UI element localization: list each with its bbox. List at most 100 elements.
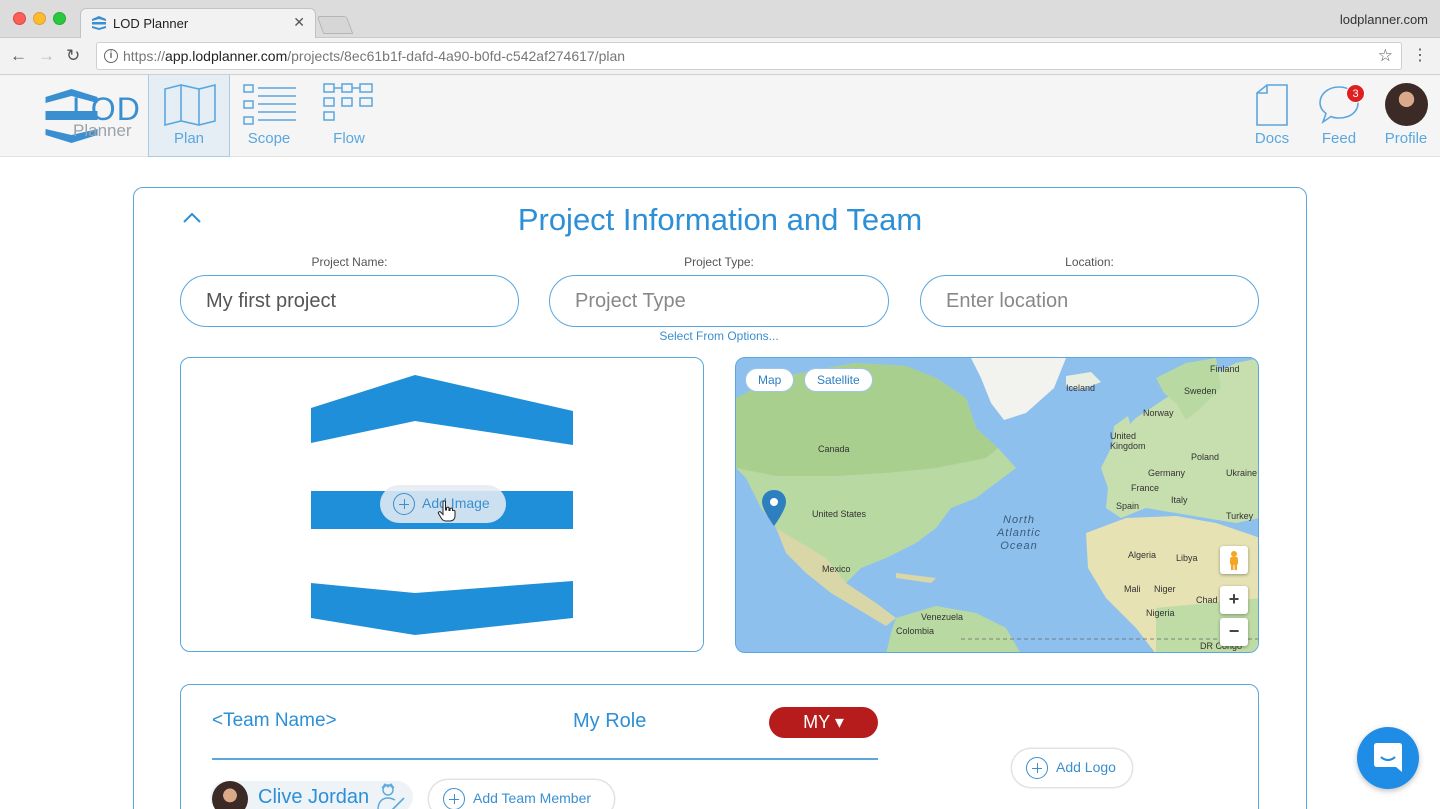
nav-plan[interactable]: Plan xyxy=(148,75,230,157)
map-label-niger: Niger xyxy=(1154,584,1176,594)
domain-label: lodplanner.com xyxy=(1339,12,1428,27)
browser-titlebar: LOD Planner ✕ lodplanner.com xyxy=(0,0,1440,39)
profile-avatar[interactable] xyxy=(1385,83,1428,126)
map-label-canada: Canada xyxy=(818,444,850,454)
map-label-germany: Germany xyxy=(1148,468,1186,478)
project-type-label: Project Type: xyxy=(684,255,754,269)
map-label-spain: Spain xyxy=(1116,501,1140,511)
add-logo-label: Add Logo xyxy=(1056,759,1116,775)
nav-feed-label: Feed xyxy=(1321,130,1357,147)
map-view-button[interactable]: Map xyxy=(745,368,795,392)
hand-cursor-icon xyxy=(437,500,456,522)
ocean-label-line-2: Atlantic xyxy=(996,527,1042,539)
location-label: Location: xyxy=(1065,255,1114,269)
map-label-mexico: Mexico xyxy=(822,564,851,574)
member-avatar xyxy=(212,781,248,809)
add-team-member-button[interactable]: Add Team Member xyxy=(429,780,614,809)
ocean-label-line-1: North xyxy=(1003,514,1035,526)
map-label-france: France xyxy=(1131,483,1160,493)
ocean-label-line-3: Ocean xyxy=(1000,540,1038,552)
map-label-venezuela: Venezuela xyxy=(921,612,964,622)
map-label-algeria: Algeria xyxy=(1128,550,1157,560)
select-hint: Select From Options... xyxy=(659,329,779,343)
map-label-poland: Poland xyxy=(1191,452,1220,462)
map-label-turkey: Turkey xyxy=(1226,511,1254,521)
page-title: Project Information and Team xyxy=(517,202,923,237)
map-label-chad: Chad xyxy=(1196,595,1218,605)
map-label-us: United States xyxy=(812,509,867,519)
map-label-finland: Finland xyxy=(1210,364,1240,374)
nav-flow[interactable]: Flow xyxy=(310,75,388,157)
team-member-chip[interactable]: Clive Jordan xyxy=(210,781,413,809)
maximize-window-button[interactable] xyxy=(53,12,66,25)
map-label-mali: Mali xyxy=(1124,584,1141,594)
nav-plan-label: Plan xyxy=(173,130,205,147)
browser-tab[interactable]: LOD Planner ✕ xyxy=(80,8,316,39)
url-path: /projects/8ec61b1f-dafd-4a90-b0fd-c542af… xyxy=(287,48,626,64)
url-text[interactable]: https://app.lodplanner.com/projects/8ec6… xyxy=(123,48,625,64)
member-name: Clive Jordan xyxy=(258,786,370,808)
nav-scope[interactable]: Scope xyxy=(230,75,308,157)
flow-icon xyxy=(323,83,373,121)
plus-circle-icon xyxy=(443,788,465,809)
support-chat-button[interactable] xyxy=(1357,727,1419,789)
nav-profile-label: Profile xyxy=(1384,130,1428,147)
map-label-italy: Italy xyxy=(1171,495,1188,505)
list-icon xyxy=(243,84,296,125)
map-label-libya: Libya xyxy=(1176,553,1198,563)
back-arrow-icon[interactable]: ← xyxy=(10,46,27,66)
close-tab-icon[interactable]: ✕ xyxy=(293,14,305,31)
new-tab-button[interactable] xyxy=(316,16,354,34)
minimize-window-button[interactable] xyxy=(33,12,46,25)
app-header: LOD Planner Plan Scope Flow Docs Feed Pr… xyxy=(0,75,1440,157)
chat-icon xyxy=(1374,743,1402,772)
close-window-button[interactable] xyxy=(13,12,26,25)
street-view-pegman-icon[interactable] xyxy=(1220,546,1248,574)
map-label-ukraine: Ukraine xyxy=(1226,468,1258,478)
zoom-out-button[interactable]: − xyxy=(1220,618,1248,646)
address-bar[interactable]: i https://app.lodplanner.com/projects/8e… xyxy=(96,42,1402,70)
zoom-in-button[interactable]: + xyxy=(1220,586,1248,614)
document-icon xyxy=(1256,84,1288,126)
tab-title: LOD Planner xyxy=(113,16,189,31)
team-divider xyxy=(212,758,878,760)
nav-scope-label: Scope xyxy=(247,130,291,147)
map-label-colombia: Colombia xyxy=(896,626,935,636)
browser-menu-icon[interactable]: ⋮ xyxy=(1412,45,1428,65)
forward-arrow-icon[interactable]: → xyxy=(38,46,55,66)
browser-toolbar: ← → ↻ i https://app.lodplanner.com/proje… xyxy=(0,38,1440,75)
plus-circle-icon xyxy=(1026,757,1048,779)
map-label-iceland: Iceland xyxy=(1066,383,1096,393)
logo-text-planner: Planner xyxy=(73,121,132,140)
url-prefix: https:// xyxy=(123,48,166,64)
url-host: app.lodplanner.com xyxy=(165,48,288,64)
map-label-norway: Norway xyxy=(1143,408,1174,418)
world-map-icon xyxy=(736,358,1258,652)
add-logo-button[interactable]: Add Logo xyxy=(1012,749,1132,787)
plus-circle-icon xyxy=(393,493,415,515)
map-icon xyxy=(164,83,216,127)
add-team-member-label: Add Team Member xyxy=(473,790,592,806)
location-map[interactable]: Map Satellite Iceland Finland Sweden Nor… xyxy=(735,357,1259,653)
my-role-label: My Role xyxy=(573,710,647,732)
project-name-label: Project Name: xyxy=(311,255,388,269)
location-input[interactable] xyxy=(920,275,1259,327)
bookmark-star-icon[interactable]: ☆ xyxy=(1378,46,1393,66)
nav-docs[interactable]: Docs xyxy=(1240,75,1304,157)
lod-favicon-icon xyxy=(92,16,106,30)
reload-icon[interactable]: ↻ xyxy=(66,46,80,66)
project-name-input[interactable] xyxy=(180,275,519,327)
nav-flow-label: Flow xyxy=(333,130,365,147)
project-type-select[interactable] xyxy=(549,275,889,327)
team-name-field[interactable]: <Team Name> xyxy=(212,710,337,732)
satellite-view-button[interactable]: Satellite xyxy=(804,368,873,392)
info-icon[interactable]: i xyxy=(104,49,118,63)
nav-docs-label: Docs xyxy=(1254,130,1290,147)
feed-notification-badge: 3 xyxy=(1346,84,1365,103)
ocean-label: North Atlantic Ocean xyxy=(986,514,1052,553)
role-dropdown-button[interactable]: MY ▾ xyxy=(769,707,878,738)
map-label-nigeria: Nigeria xyxy=(1146,608,1175,618)
map-label-sweden: Sweden xyxy=(1184,386,1217,396)
map-label-uk: United Kingdom xyxy=(1110,431,1146,451)
member-admin-icon[interactable] xyxy=(376,782,406,809)
